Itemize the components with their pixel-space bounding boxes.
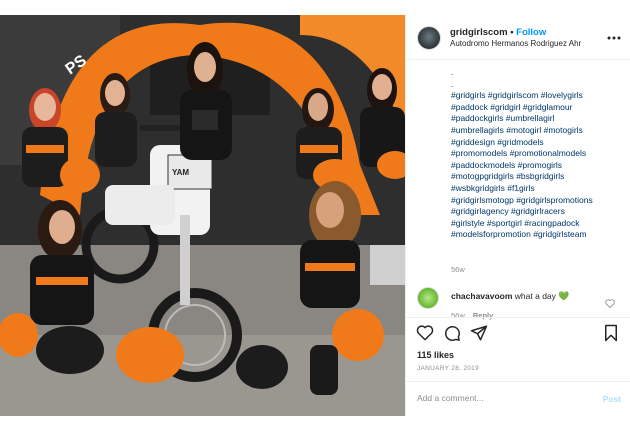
add-comment-bar: Post [406, 381, 630, 417]
hashtag-line[interactable]: #gridgirlagency #gridgirlracers [451, 206, 623, 218]
caption-timestamp: 56w [451, 265, 465, 274]
comment-username[interactable]: chachavavoom [451, 291, 512, 301]
likes-count[interactable]: 115 likes [417, 350, 454, 360]
post-comment-button[interactable]: Post [603, 394, 621, 404]
follow-button[interactable]: Follow [516, 27, 546, 38]
hashtag-line[interactable]: #paddockgirls #umbrellagirl [451, 113, 623, 125]
post-caption: . . #gridgirls #gridgirlscom #lovelygirl… [451, 67, 623, 241]
svg-text:YAM: YAM [172, 168, 189, 177]
caption-dot: . [451, 67, 454, 77]
hashtag-line[interactable]: #umbrellagirls #motogirl #motogirls [451, 125, 623, 137]
hashtag-line[interactable]: #gridgirlsmotogp #gridgirlspromotions [451, 195, 623, 207]
instagram-post-modal: PS YAM gridgirlscom • Follow Autodromo H… [0, 15, 630, 416]
hashtag-line[interactable]: #griddesign #gridmodels [451, 137, 623, 149]
share-icon[interactable] [470, 324, 488, 347]
post-date: JANUARY 28, 2019 [417, 365, 480, 372]
hashtag-line[interactable]: #modelsforpromotion #gridgirlsteam [451, 229, 623, 241]
hashtag-line[interactable]: #gridgirls #gridgirlscom #lovelygirls [451, 90, 623, 102]
more-horizontal-icon[interactable] [607, 29, 621, 43]
bookmark-icon[interactable] [603, 324, 619, 347]
post-side-panel: gridgirlscom • Follow Autodromo Hermanos… [405, 15, 630, 416]
post-username-row: gridgirlscom • Follow [450, 27, 546, 38]
hashtag-line[interactable]: #girlstyle #sportgirl #racingpadock [451, 218, 623, 230]
hashtag-line[interactable]: #motogpgridgirls #bsbgridgirls [451, 171, 623, 183]
comment-body: what a day [514, 291, 556, 301]
comment-like-heart-icon[interactable] [605, 295, 615, 313]
hashtag-line[interactable]: #wsbkgridgirls #f1girls [451, 183, 623, 195]
separator-dot: • [510, 27, 514, 38]
add-comment-input[interactable] [417, 393, 587, 403]
hashtag-line[interactable]: #paddockmodels #promogirls [451, 160, 623, 172]
avatar[interactable] [417, 26, 441, 50]
post-actions [416, 324, 621, 346]
comment: chachavavoom what a day 💚 [451, 291, 570, 302]
reply-button[interactable]: Reply [473, 311, 493, 320]
caption-dot: . [451, 78, 454, 89]
commenter-avatar[interactable] [417, 287, 439, 309]
post-photo[interactable]: PS YAM [0, 15, 405, 416]
comment-icon[interactable] [443, 324, 461, 347]
divider [406, 317, 630, 318]
heart-icon[interactable] [416, 324, 434, 346]
hashtag-line[interactable]: #promomodels #promotionalmodels [451, 148, 623, 160]
post-header: gridgirlscom • Follow Autodromo Hermanos… [406, 15, 630, 60]
green-heart-emoji: 💚 [558, 291, 570, 301]
comment-timestamp: 56w [451, 311, 465, 320]
hashtag-line[interactable]: #paddock #gridgirl #gridglamour [451, 102, 623, 114]
post-username[interactable]: gridgirlscom [450, 27, 508, 38]
post-photo-illustration: PS YAM [0, 15, 405, 416]
comment-meta: 56w Reply [451, 311, 493, 320]
post-location[interactable]: Autodromo Hermanos Rodriguez Ahr [450, 39, 581, 48]
